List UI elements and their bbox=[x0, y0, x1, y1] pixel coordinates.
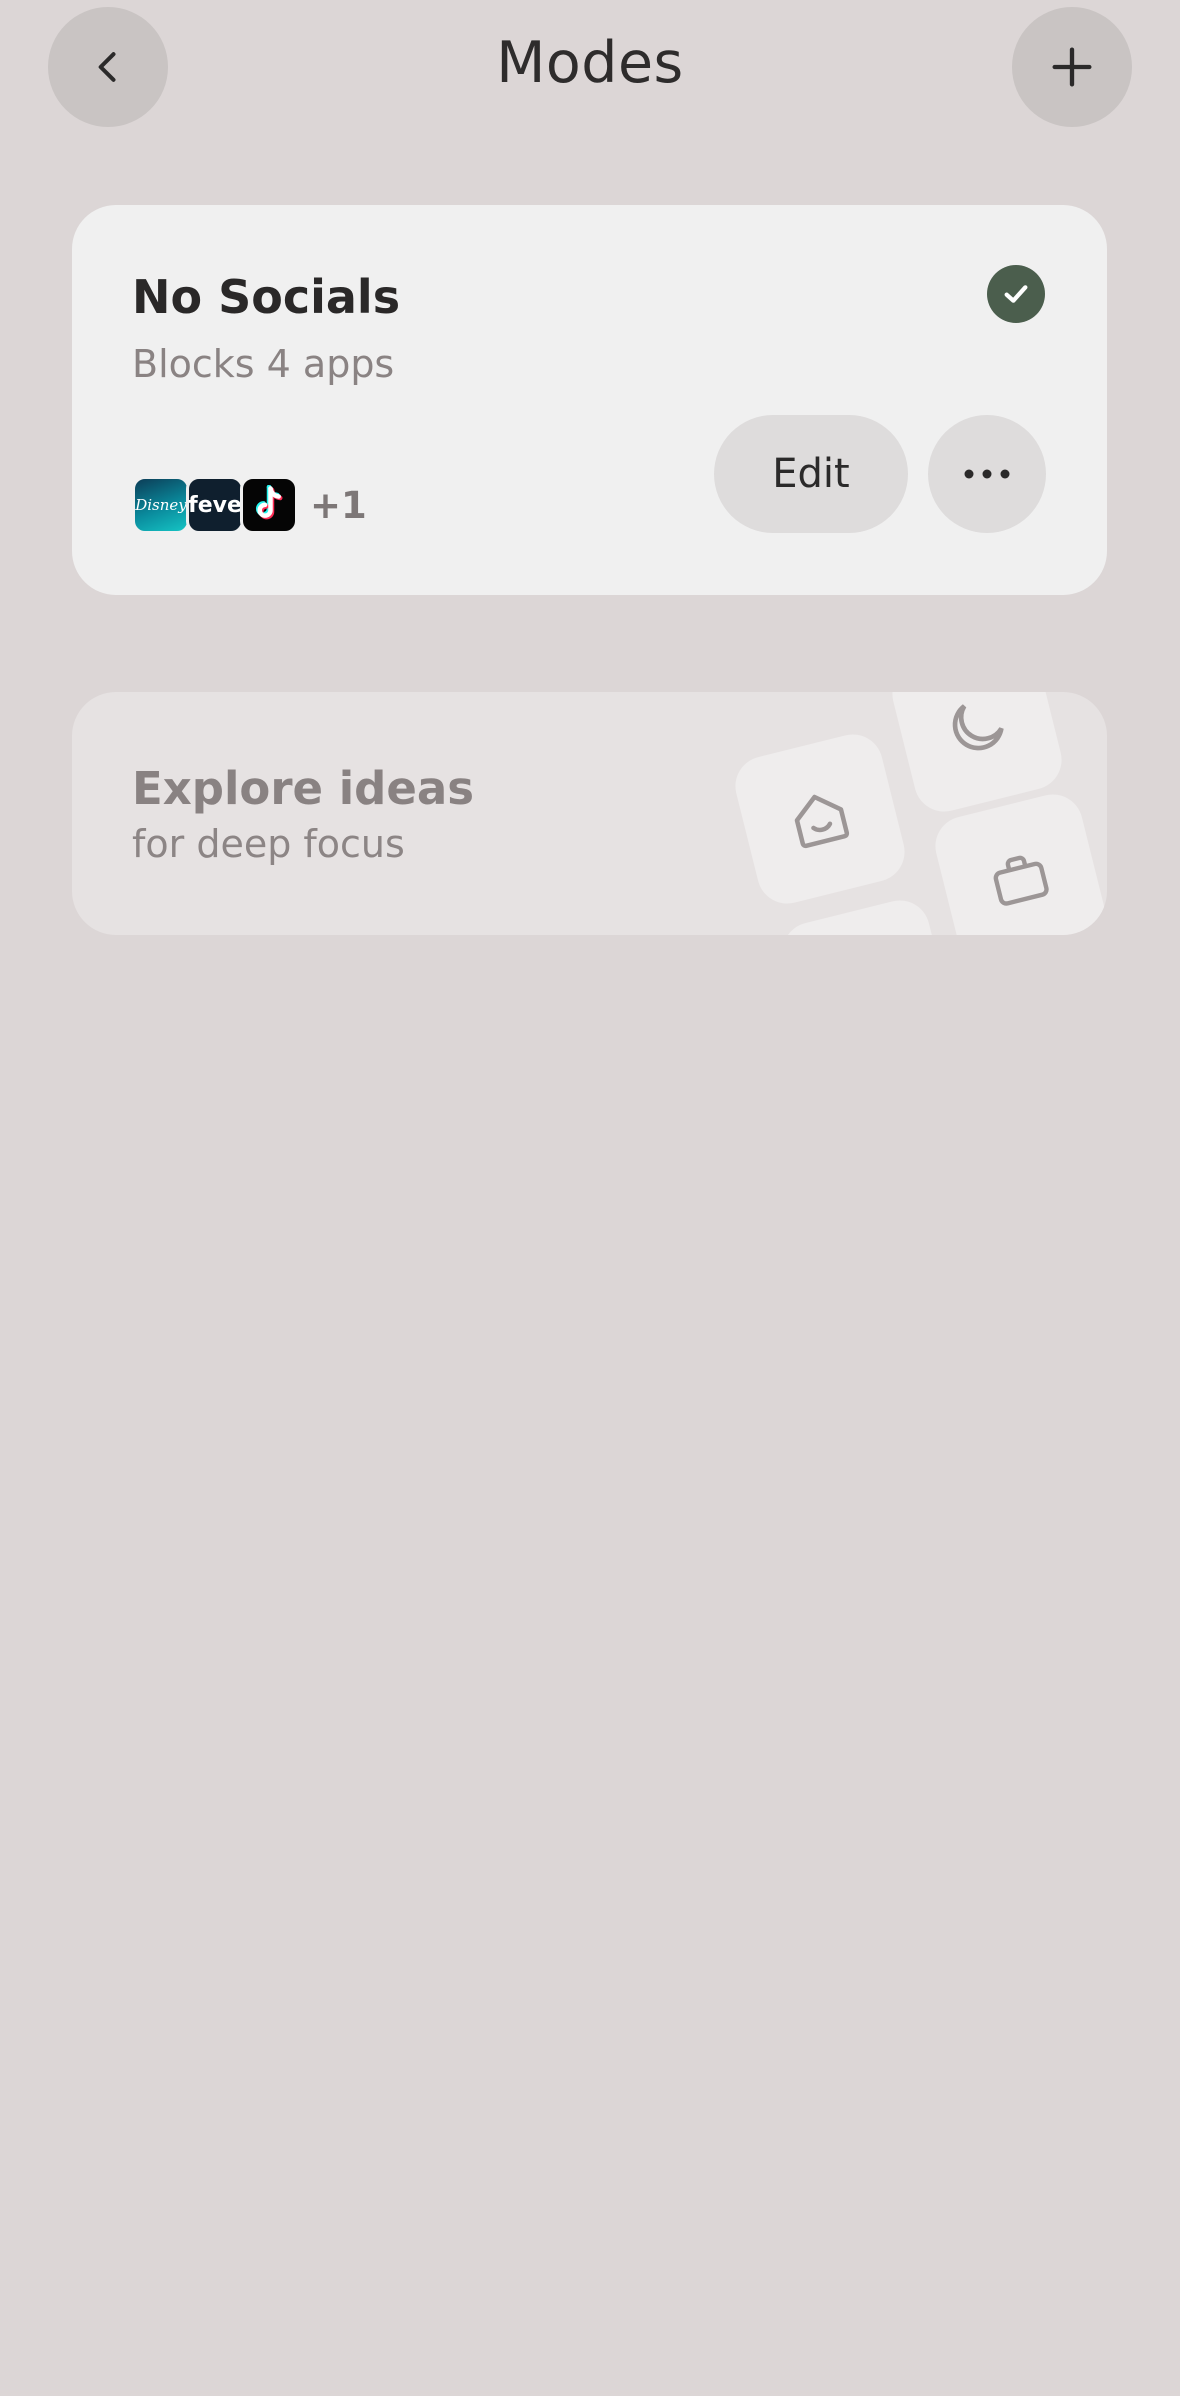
page-title: Modes bbox=[496, 30, 684, 96]
more-horizontal-icon bbox=[964, 469, 1010, 479]
edit-mode-button[interactable]: Edit bbox=[714, 415, 908, 533]
edit-label: Edit bbox=[772, 451, 850, 497]
add-mode-button[interactable] bbox=[1012, 7, 1132, 127]
explore-ideas-card[interactable]: Explore ideas for deep focus bbox=[72, 692, 1107, 935]
plus-icon bbox=[1052, 47, 1092, 87]
mode-options-button[interactable] bbox=[928, 415, 1046, 533]
blocked-apps-row: Disney feve +1 bbox=[132, 475, 367, 535]
explore-title: Explore ideas bbox=[132, 762, 475, 815]
fever-app-icon: feve bbox=[186, 476, 244, 534]
more-apps-count: +1 bbox=[310, 483, 367, 527]
disney-icon-text: Disney bbox=[135, 496, 187, 514]
mode-subtitle: Blocks 4 apps bbox=[132, 342, 395, 386]
moon-icon bbox=[952, 704, 1004, 751]
tiktok-app-icon bbox=[240, 476, 298, 534]
explore-subtitle: for deep focus bbox=[132, 822, 405, 866]
fever-icon-text: feve bbox=[188, 492, 242, 518]
home-tile bbox=[729, 728, 911, 910]
mode-name: No Socials bbox=[132, 270, 401, 324]
check-circle-icon bbox=[987, 265, 1045, 323]
mode-card[interactable]: No Socials Blocks 4 apps Disney feve +1 … bbox=[72, 205, 1107, 595]
modes-screen: Modes No Socials Blocks 4 apps Disney fe… bbox=[0, 0, 1180, 2396]
home-icon bbox=[794, 794, 850, 849]
disney-app-icon: Disney bbox=[132, 476, 190, 534]
briefcase-tile bbox=[929, 788, 1107, 935]
briefcase-icon bbox=[993, 855, 1049, 906]
